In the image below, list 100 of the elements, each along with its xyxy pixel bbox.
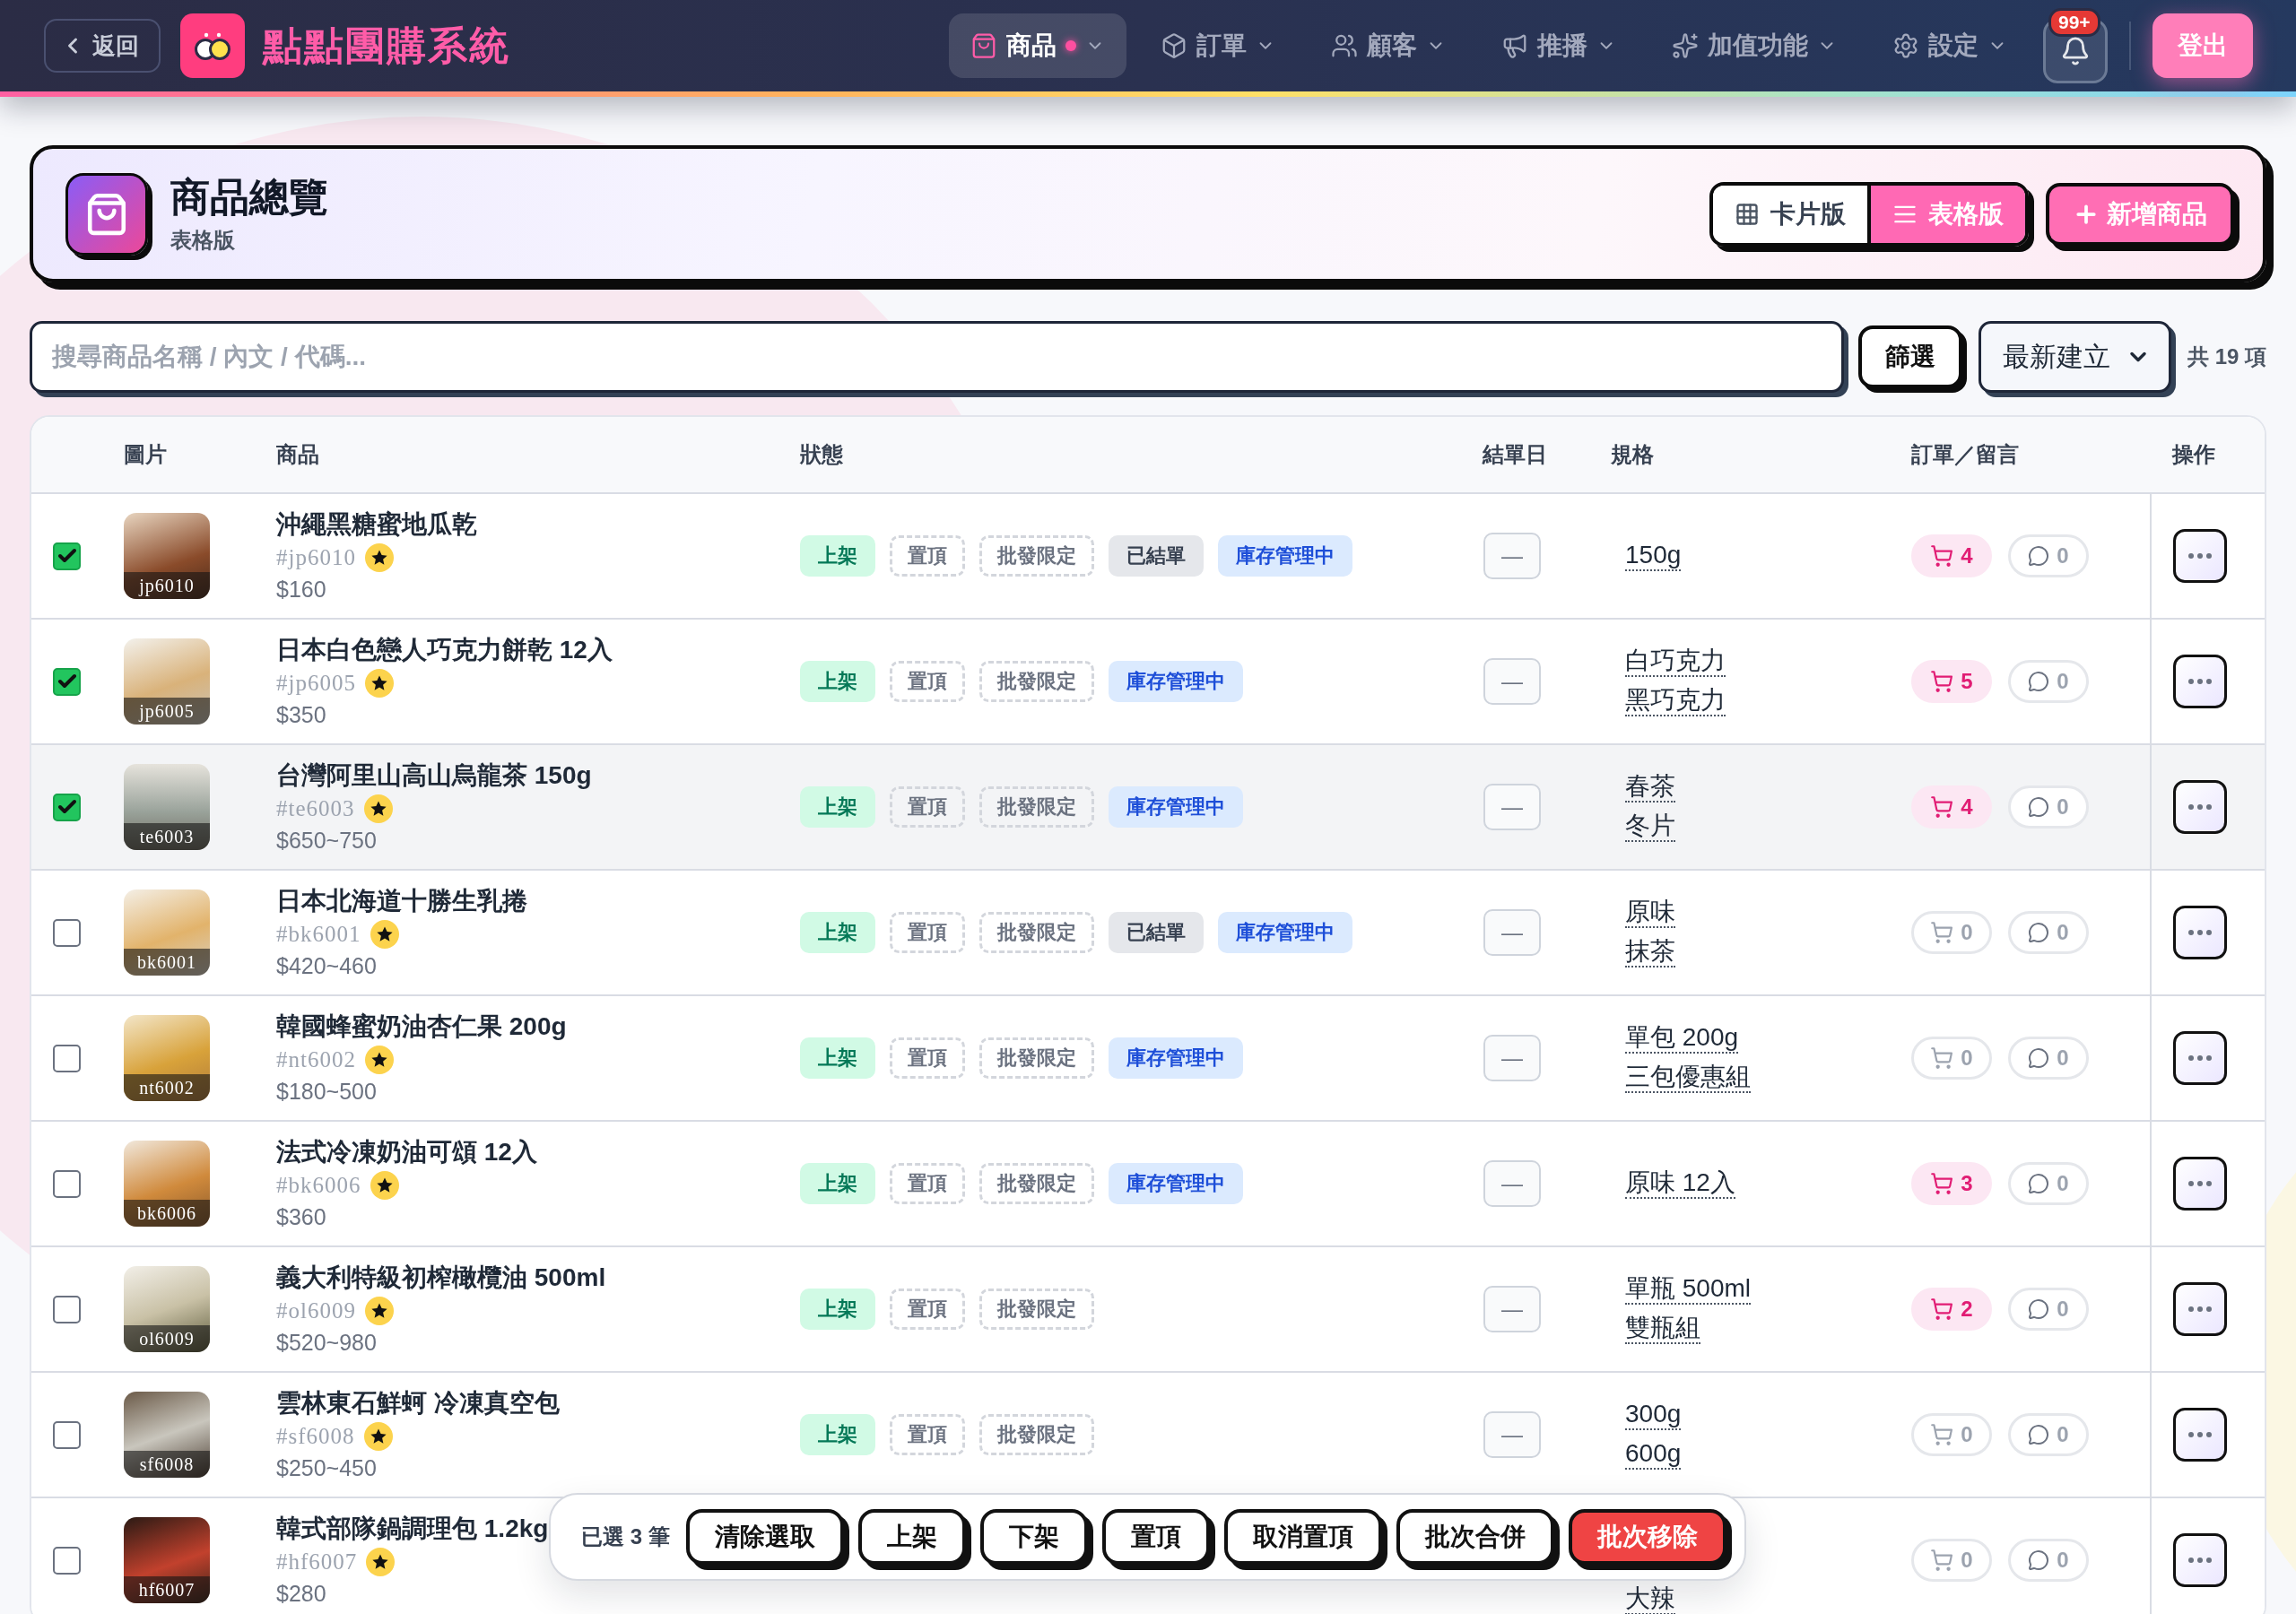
spec-option: 單包 200g	[1625, 1023, 1739, 1054]
spec-option: 冬片	[1625, 811, 1675, 842]
status-tag[interactable]: 批發限定	[979, 1289, 1094, 1330]
cart-icon	[1930, 795, 1954, 819]
comments-count-button[interactable]: 0	[2008, 1413, 2089, 1456]
row-checkbox[interactable]	[53, 918, 81, 947]
status-tag[interactable]: 庫存管理中	[1218, 535, 1352, 577]
row-checkbox[interactable]	[53, 542, 81, 570]
status-tag[interactable]: 庫存管理中	[1109, 786, 1243, 828]
notifications-button[interactable]: 99+	[2043, 8, 2108, 83]
more-button[interactable]	[2173, 1408, 2227, 1462]
nav-menu-item[interactable]: 設定	[1871, 13, 2029, 78]
comments-count-button[interactable]: 0	[2008, 1162, 2089, 1205]
product-price: $360	[276, 1203, 326, 1231]
comments-count-button[interactable]: 0	[2008, 1539, 2089, 1582]
nav-menu-item[interactable]: 推播	[1480, 13, 1638, 78]
close-date-button[interactable]: —	[1483, 909, 1541, 956]
bag-icon	[970, 32, 997, 59]
orders-count-button[interactable]: 0	[1911, 911, 1992, 954]
close-date-button[interactable]: —	[1483, 1035, 1541, 1081]
status-tag[interactable]: 批發限定	[979, 1414, 1094, 1455]
close-date-button[interactable]: —	[1483, 1286, 1541, 1332]
comments-count-button[interactable]: 0	[2008, 785, 2089, 829]
more-button[interactable]	[2173, 780, 2227, 834]
spec-option: 雙瓶組	[1625, 1314, 1700, 1344]
close-date-button[interactable]: —	[1483, 784, 1541, 830]
status-tag[interactable]: 上架	[800, 1037, 875, 1079]
status-tag[interactable]: 置頂	[890, 912, 965, 953]
status-tag[interactable]: 上架	[800, 786, 875, 828]
comments-count-button[interactable]: 0	[2008, 660, 2089, 703]
product-name: 韓式部隊鍋調理包 1.2kg	[276, 1514, 549, 1544]
more-button[interactable]	[2173, 1282, 2227, 1336]
view-tab[interactable]: 卡片版	[1713, 185, 1867, 243]
comments-count-button[interactable]: 0	[2008, 1037, 2089, 1080]
orders-count-button[interactable]: 4	[1911, 785, 1992, 829]
status-tag[interactable]: 批發限定	[979, 661, 1094, 702]
nav-menu-item[interactable]: 顧客	[1309, 13, 1467, 78]
more-button[interactable]	[2173, 906, 2227, 959]
status-tag[interactable]: 已結單	[1109, 535, 1204, 577]
status-tag[interactable]: 置頂	[890, 1289, 965, 1330]
status-tag[interactable]: 置頂	[890, 535, 965, 577]
row-checkbox[interactable]	[53, 1044, 81, 1072]
status-tag[interactable]: 置頂	[890, 1414, 965, 1455]
status-tag[interactable]: 批發限定	[979, 1037, 1094, 1079]
orders-count-button[interactable]: 5	[1911, 660, 1992, 703]
view-tab[interactable]: 表格版	[1867, 185, 2025, 243]
row-checkbox[interactable]	[53, 1169, 81, 1198]
orders-count-button[interactable]: 4	[1911, 534, 1992, 577]
orders-count-button[interactable]: 3	[1911, 1162, 1992, 1205]
back-button[interactable]: 返回	[44, 19, 161, 73]
status-tag[interactable]: 上架	[800, 535, 875, 577]
comments-count-button[interactable]: 0	[2008, 1288, 2089, 1331]
more-button[interactable]	[2173, 1031, 2227, 1085]
status-tag[interactable]: 上架	[800, 1289, 875, 1330]
comments-count-button[interactable]: 0	[2008, 534, 2089, 577]
row-checkbox[interactable]	[53, 1420, 81, 1449]
status-tag[interactable]: 上架	[800, 1163, 875, 1204]
status-tag[interactable]: 庫存管理中	[1109, 1163, 1243, 1204]
status-tag[interactable]: 庫存管理中	[1218, 912, 1352, 953]
page-subtitle: 表格版	[170, 226, 236, 254]
status-tag[interactable]: 庫存管理中	[1109, 1037, 1243, 1079]
status-tag[interactable]: 上架	[800, 1414, 875, 1455]
status-tag[interactable]: 批發限定	[979, 535, 1094, 577]
status-tag[interactable]: 置頂	[890, 1037, 965, 1079]
row-checkbox[interactable]	[53, 1546, 81, 1575]
comments-count-button[interactable]: 0	[2008, 911, 2089, 954]
more-button[interactable]	[2173, 1533, 2227, 1587]
status-tag[interactable]: 批發限定	[979, 1163, 1094, 1204]
orders-count-button[interactable]: 0	[1911, 1413, 1992, 1456]
row-checkbox[interactable]	[53, 793, 81, 821]
status-tag[interactable]: 批發限定	[979, 786, 1094, 828]
more-button[interactable]	[2173, 655, 2227, 708]
settings-icon	[1892, 32, 1919, 59]
image-code-label: hf6007	[124, 1576, 210, 1603]
status-tag[interactable]: 置頂	[890, 786, 965, 828]
search-field[interactable]: 搜尋商品名稱 / 內文 / 代碼...	[30, 321, 1844, 393]
close-date-button[interactable]: —	[1483, 658, 1541, 705]
status-tag[interactable]: 置頂	[890, 661, 965, 702]
nav-menu-item[interactable]: 訂單	[1139, 13, 1297, 78]
row-checkbox[interactable]	[53, 667, 81, 696]
orders-count-button[interactable]: 2	[1911, 1288, 1992, 1331]
status-tag[interactable]: 上架	[800, 661, 875, 702]
nav-menu-item[interactable]: 商品	[949, 13, 1126, 78]
more-button[interactable]	[2173, 1157, 2227, 1210]
orders-count-button[interactable]: 0	[1911, 1037, 1992, 1080]
more-button[interactable]	[2173, 529, 2227, 583]
close-date-button[interactable]: —	[1483, 533, 1541, 579]
page-title: 商品總覽	[170, 173, 328, 221]
close-date-button[interactable]: —	[1483, 1411, 1541, 1458]
status-tag[interactable]: 庫存管理中	[1109, 661, 1243, 702]
close-date-button[interactable]: —	[1483, 1160, 1541, 1207]
nav-menu-item[interactable]: 加值功能	[1650, 13, 1858, 78]
status-tag[interactable]: 已結單	[1109, 912, 1204, 953]
orders-count-button[interactable]: 0	[1911, 1539, 1992, 1582]
product-code: #jp6010	[276, 545, 356, 570]
status-tag[interactable]: 置頂	[890, 1163, 965, 1204]
status-tag[interactable]: 上架	[800, 912, 875, 953]
product-code: #jp6005	[276, 671, 356, 696]
row-checkbox[interactable]	[53, 1295, 81, 1323]
status-tag[interactable]: 批發限定	[979, 912, 1094, 953]
